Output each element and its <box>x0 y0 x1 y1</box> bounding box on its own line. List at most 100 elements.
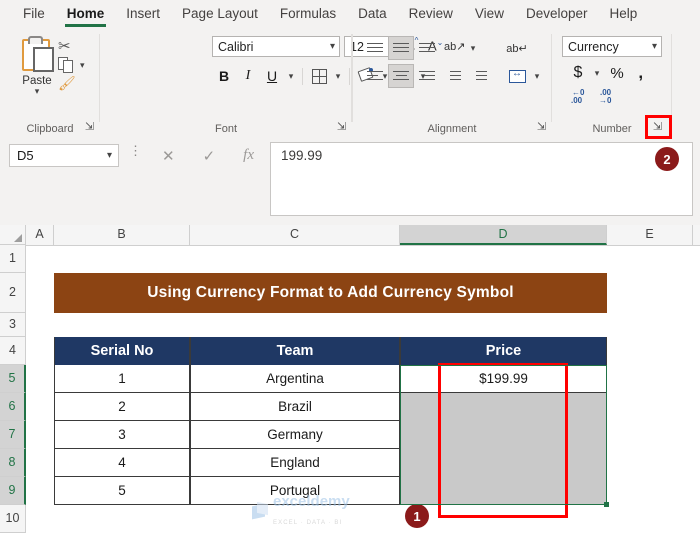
row-header-7[interactable]: 7 <box>0 421 26 449</box>
ribbon-tab-view[interactable]: View <box>464 1 515 27</box>
wrap-text-button[interactable]: ab↵ <box>504 36 530 60</box>
table-cell-team[interactable]: Brazil <box>190 393 400 421</box>
watermark-name: exceldemy <box>273 493 350 510</box>
font-dialog-launcher[interactable]: ⇲ <box>335 121 348 134</box>
font-name-input[interactable]: Calibri ▾ <box>212 36 340 57</box>
align-left-button[interactable] <box>362 64 388 88</box>
chevron-down-icon[interactable]: ▾ <box>652 37 657 57</box>
ribbon-tab-file[interactable]: File <box>12 1 56 27</box>
formula-bar-grip[interactable]: ⋮ <box>129 144 142 157</box>
ribbon-tab-page-layout[interactable]: Page Layout <box>171 1 269 27</box>
increase-decimal-button[interactable]: ←0.00 <box>570 88 592 106</box>
align-right-icon <box>419 70 435 83</box>
align-middle-button[interactable] <box>388 36 414 60</box>
merge-center-button[interactable] <box>504 64 530 88</box>
ribbon-tab-developer[interactable]: Developer <box>515 1 599 27</box>
formula-value: 199.99 <box>281 148 323 163</box>
ribbon-tab-insert[interactable]: Insert <box>115 1 171 27</box>
underline-button[interactable]: U <box>260 64 284 88</box>
ribbon-tab-label: Formulas <box>279 6 337 21</box>
chevron-down-icon[interactable]: ▾ <box>107 145 112 166</box>
accounting-format-button[interactable]: $ <box>568 62 588 84</box>
align-right-button[interactable] <box>414 64 440 88</box>
underline-dropdown[interactable]: ▾ <box>284 64 298 88</box>
row-header-5[interactable]: 5 <box>0 365 26 393</box>
row-header-1[interactable]: 1 <box>0 245 26 273</box>
select-all-corner[interactable] <box>0 225 26 245</box>
table-cell-serial[interactable]: 5 <box>54 477 190 505</box>
align-center-button[interactable] <box>388 64 414 88</box>
group-label-font: Font <box>214 123 237 135</box>
name-box[interactable]: D5 ▾ <box>9 144 119 167</box>
confirm-entry-button[interactable]: ✓ <box>203 147 216 165</box>
ribbon-tab-help[interactable]: Help <box>599 1 649 27</box>
clipboard-dialog-launcher[interactable]: ⇲ <box>83 121 96 134</box>
row-header-6[interactable]: 6 <box>0 393 26 421</box>
merge-dropdown[interactable]: ▾ <box>530 64 544 88</box>
table-cell-serial[interactable]: 1 <box>54 365 190 393</box>
row-header-8[interactable]: 8 <box>0 449 26 477</box>
column-header-A[interactable]: A <box>26 225 54 245</box>
table-cell-team[interactable]: Argentina <box>190 365 400 393</box>
number-format-select[interactable]: Currency ▾ <box>562 36 662 57</box>
watermark-tagline: EXCEL · DATA · BI <box>273 520 343 526</box>
table-cell-team[interactable]: Germany <box>190 421 400 449</box>
number-dialog-launcher[interactable]: ⇲ <box>651 121 664 134</box>
borders-dropdown[interactable]: ▾ <box>331 64 345 88</box>
column-header-C[interactable]: C <box>190 225 400 245</box>
increase-indent-button[interactable] <box>466 64 492 88</box>
row-header-10[interactable]: 10 <box>0 505 26 533</box>
title-banner[interactable]: Using Currency Format to Add Currency Sy… <box>54 273 607 313</box>
bold-button[interactable]: B <box>212 64 236 88</box>
align-top-button[interactable] <box>362 36 388 60</box>
column-header-E[interactable]: E <box>607 225 693 245</box>
cancel-entry-button[interactable]: ✕ <box>162 147 175 165</box>
table-header-cell[interactable]: Team <box>190 337 400 365</box>
formula-bar-area: D5 ▾ ⋮ ✕ ✓ fx 199.99 <box>0 138 700 225</box>
table-cell-serial[interactable]: 4 <box>54 449 190 477</box>
borders-button[interactable] <box>307 64 331 88</box>
align-bottom-button[interactable] <box>414 36 440 60</box>
column-header-D[interactable]: D <box>400 225 607 245</box>
paste-button[interactable]: Paste ▾ <box>14 36 60 96</box>
chevron-down-icon[interactable]: ▾ <box>14 87 60 96</box>
decrease-indent-button[interactable] <box>440 64 466 88</box>
format-painter-button[interactable]: 🖌 <box>58 74 92 93</box>
alignment-dialog-launcher[interactable]: ⇲ <box>535 121 548 134</box>
table-header-cell[interactable]: Serial No <box>54 337 190 365</box>
ribbon-tab-data[interactable]: Data <box>347 1 398 27</box>
watermark: exceldemy EXCEL · DATA · BI <box>252 493 350 529</box>
table-cell-serial[interactable]: 2 <box>54 393 190 421</box>
accounting-dropdown[interactable]: ▾ <box>590 62 604 84</box>
ribbon-tab-formulas[interactable]: Formulas <box>269 1 347 27</box>
ribbon-tab-review[interactable]: Review <box>398 1 464 27</box>
number-format-value: Currency <box>568 40 619 54</box>
row-header-4[interactable]: 4 <box>0 337 26 365</box>
percent-format-button[interactable]: % <box>606 62 628 84</box>
ribbon-tab-label: Home <box>66 6 105 21</box>
cut-button[interactable]: ✂ <box>58 36 92 55</box>
row-header-2[interactable]: 2 <box>0 273 26 313</box>
column-header-B[interactable]: B <box>54 225 190 245</box>
orientation-dropdown[interactable]: ▾ <box>466 36 480 60</box>
table-cell-team[interactable]: England <box>190 449 400 477</box>
ribbon-tab-label: Insert <box>126 6 161 21</box>
comma-format-button[interactable]: , <box>630 62 648 84</box>
italic-button[interactable]: I <box>236 64 260 88</box>
align-left-icon <box>367 70 383 83</box>
ribbon-group-clipboard: Paste ▾ ✂ ▾ 🖌 Clipboard ⇲ <box>0 28 100 138</box>
insert-function-button[interactable]: fx <box>243 147 254 164</box>
orientation-button[interactable]: ab↗ <box>440 36 466 60</box>
decrease-decimal-button[interactable]: .00 →0 <box>598 88 620 106</box>
row-header-3[interactable]: 3 <box>0 313 26 337</box>
table-cell-serial[interactable]: 3 <box>54 421 190 449</box>
chevron-down-icon[interactable]: ▾ <box>330 37 335 57</box>
row-header-9[interactable]: 9 <box>0 477 26 505</box>
fill-handle[interactable] <box>604 502 609 507</box>
copy-button[interactable]: ▾ <box>58 55 92 74</box>
chevron-down-icon[interactable]: ▾ <box>80 60 85 69</box>
table-header-cell[interactable]: Price <box>400 337 607 365</box>
formula-input[interactable]: 199.99 <box>270 142 693 216</box>
ribbon-tab-home[interactable]: Home <box>56 1 116 27</box>
table-cell-price[interactable]: $199.99 <box>400 365 607 393</box>
